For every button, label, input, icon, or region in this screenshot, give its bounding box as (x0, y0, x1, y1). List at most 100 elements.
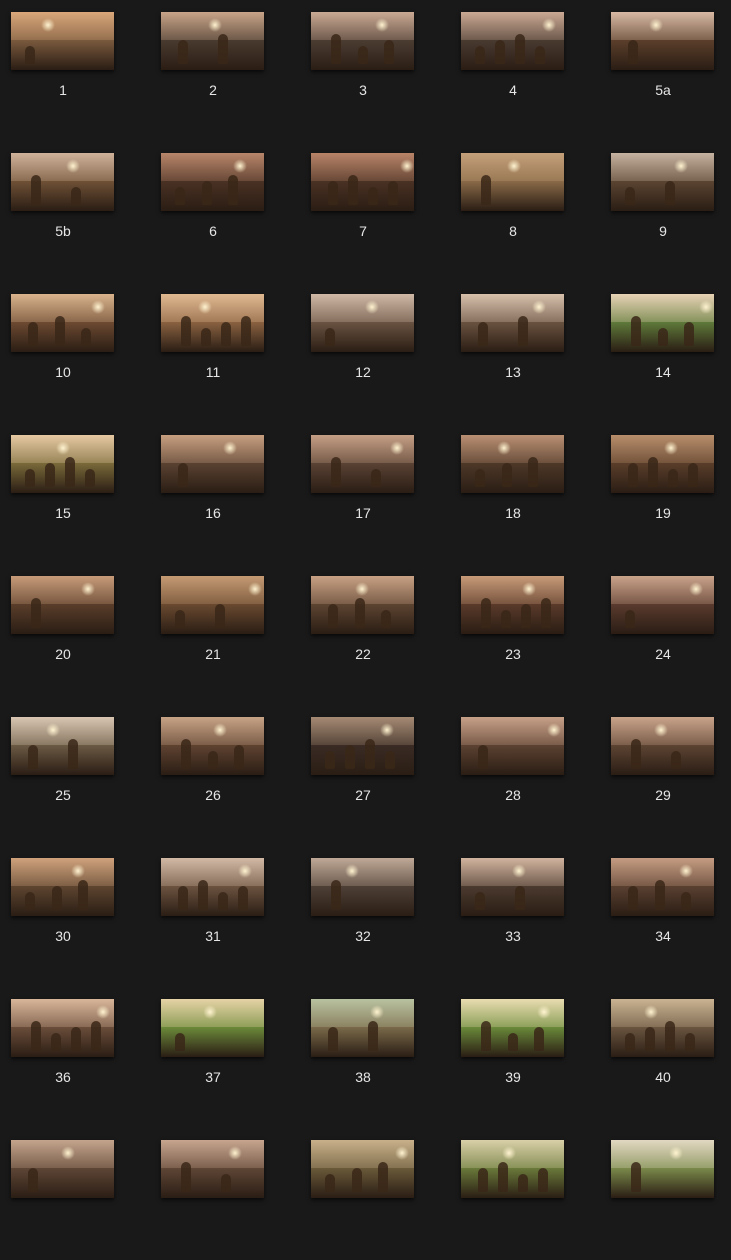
thumbnail-label: 21 (205, 646, 221, 662)
thumbnail-tile[interactable]: 33 (458, 858, 568, 978)
thumbnail-label: 38 (355, 1069, 371, 1085)
thumbnail-tile[interactable]: 10 (8, 294, 118, 414)
thumbnail-tile[interactable]: 6 (158, 153, 268, 273)
thumbnail-image[interactable] (611, 999, 714, 1057)
thumbnail-image[interactable] (461, 717, 564, 775)
thumbnail-tile[interactable] (158, 1140, 268, 1260)
thumbnail-tile[interactable]: 11 (158, 294, 268, 414)
thumbnail-tile[interactable]: 17 (308, 435, 418, 555)
thumbnail-tile[interactable]: 27 (308, 717, 418, 837)
thumbnail-image[interactable] (611, 858, 714, 916)
thumbnail-image[interactable] (611, 12, 714, 70)
thumbnail-tile[interactable]: 7 (308, 153, 418, 273)
thumbnail-image[interactable] (11, 1140, 114, 1198)
thumbnail-tile[interactable]: 37 (158, 999, 268, 1119)
thumbnail-image[interactable] (461, 153, 564, 211)
thumbnail-tile[interactable]: 4 (458, 12, 568, 132)
thumbnail-label: 2 (209, 82, 217, 98)
thumbnail-tile[interactable]: 5b (8, 153, 118, 273)
thumbnail-label: 34 (655, 928, 671, 944)
thumbnail-image[interactable] (461, 858, 564, 916)
thumbnail-image[interactable] (311, 153, 414, 211)
thumbnail-tile[interactable]: 16 (158, 435, 268, 555)
thumbnail-image[interactable] (461, 1140, 564, 1198)
thumbnail-image[interactable] (161, 999, 264, 1057)
thumbnail-tile[interactable]: 21 (158, 576, 268, 696)
thumbnail-image[interactable] (461, 576, 564, 634)
thumbnail-tile[interactable]: 1 (8, 12, 118, 132)
thumbnail-image[interactable] (11, 576, 114, 634)
thumbnail-image[interactable] (161, 717, 264, 775)
thumbnail-tile[interactable]: 9 (608, 153, 718, 273)
thumbnail-image[interactable] (161, 12, 264, 70)
thumbnail-image[interactable] (161, 435, 264, 493)
thumbnail-image[interactable] (11, 153, 114, 211)
thumbnail-tile[interactable]: 30 (8, 858, 118, 978)
thumbnail-tile[interactable]: 18 (458, 435, 568, 555)
thumbnail-image[interactable] (611, 435, 714, 493)
thumbnail-image[interactable] (11, 12, 114, 70)
thumbnail-tile[interactable] (458, 1140, 568, 1260)
thumbnail-image[interactable] (11, 858, 114, 916)
thumbnail-image[interactable] (11, 717, 114, 775)
thumbnail-image[interactable] (161, 1140, 264, 1198)
thumbnail-tile[interactable] (608, 1140, 718, 1260)
thumbnail-image[interactable] (311, 576, 414, 634)
thumbnail-image[interactable] (611, 153, 714, 211)
thumbnail-image[interactable] (11, 999, 114, 1057)
thumbnail-image[interactable] (161, 153, 264, 211)
thumbnail-image[interactable] (161, 294, 264, 352)
thumbnail-label: 33 (505, 928, 521, 944)
thumbnail-label: 16 (205, 505, 221, 521)
thumbnail-tile[interactable] (8, 1140, 118, 1260)
thumbnail-image[interactable] (311, 858, 414, 916)
thumbnail-tile[interactable]: 3 (308, 12, 418, 132)
thumbnail-tile[interactable]: 13 (458, 294, 568, 414)
thumbnail-image[interactable] (611, 1140, 714, 1198)
thumbnail-image[interactable] (161, 576, 264, 634)
thumbnail-image[interactable] (311, 12, 414, 70)
thumbnail-image[interactable] (611, 576, 714, 634)
thumbnail-label: 13 (505, 364, 521, 380)
thumbnail-tile[interactable]: 25 (8, 717, 118, 837)
thumbnail-image[interactable] (311, 294, 414, 352)
thumbnail-tile[interactable]: 26 (158, 717, 268, 837)
thumbnail-tile[interactable]: 20 (8, 576, 118, 696)
thumbnail-tile[interactable]: 40 (608, 999, 718, 1119)
thumbnail-tile[interactable]: 15 (8, 435, 118, 555)
thumbnail-label: 14 (655, 364, 671, 380)
thumbnail-image[interactable] (11, 294, 114, 352)
thumbnail-tile[interactable]: 24 (608, 576, 718, 696)
thumbnail-image[interactable] (461, 435, 564, 493)
thumbnail-label: 26 (205, 787, 221, 803)
thumbnail-label: 20 (55, 646, 71, 662)
thumbnail-tile[interactable]: 31 (158, 858, 268, 978)
thumbnail-tile[interactable]: 34 (608, 858, 718, 978)
thumbnail-image[interactable] (311, 1140, 414, 1198)
thumbnail-image[interactable] (611, 294, 714, 352)
thumbnail-tile[interactable]: 38 (308, 999, 418, 1119)
thumbnail-tile[interactable]: 23 (458, 576, 568, 696)
thumbnail-tile[interactable]: 39 (458, 999, 568, 1119)
thumbnail-tile[interactable]: 29 (608, 717, 718, 837)
thumbnail-image[interactable] (311, 717, 414, 775)
thumbnail-image[interactable] (461, 999, 564, 1057)
thumbnail-image[interactable] (11, 435, 114, 493)
thumbnail-tile[interactable]: 12 (308, 294, 418, 414)
thumbnail-tile[interactable]: 32 (308, 858, 418, 978)
thumbnail-image[interactable] (311, 999, 414, 1057)
thumbnail-tile[interactable]: 5a (608, 12, 718, 132)
thumbnail-tile[interactable]: 22 (308, 576, 418, 696)
thumbnail-tile[interactable]: 14 (608, 294, 718, 414)
thumbnail-tile[interactable]: 28 (458, 717, 568, 837)
thumbnail-image[interactable] (611, 717, 714, 775)
thumbnail-tile[interactable]: 8 (458, 153, 568, 273)
thumbnail-image[interactable] (461, 12, 564, 70)
thumbnail-image[interactable] (161, 858, 264, 916)
thumbnail-tile[interactable]: 2 (158, 12, 268, 132)
thumbnail-image[interactable] (461, 294, 564, 352)
thumbnail-tile[interactable]: 19 (608, 435, 718, 555)
thumbnail-image[interactable] (311, 435, 414, 493)
thumbnail-tile[interactable] (308, 1140, 418, 1260)
thumbnail-tile[interactable]: 36 (8, 999, 118, 1119)
